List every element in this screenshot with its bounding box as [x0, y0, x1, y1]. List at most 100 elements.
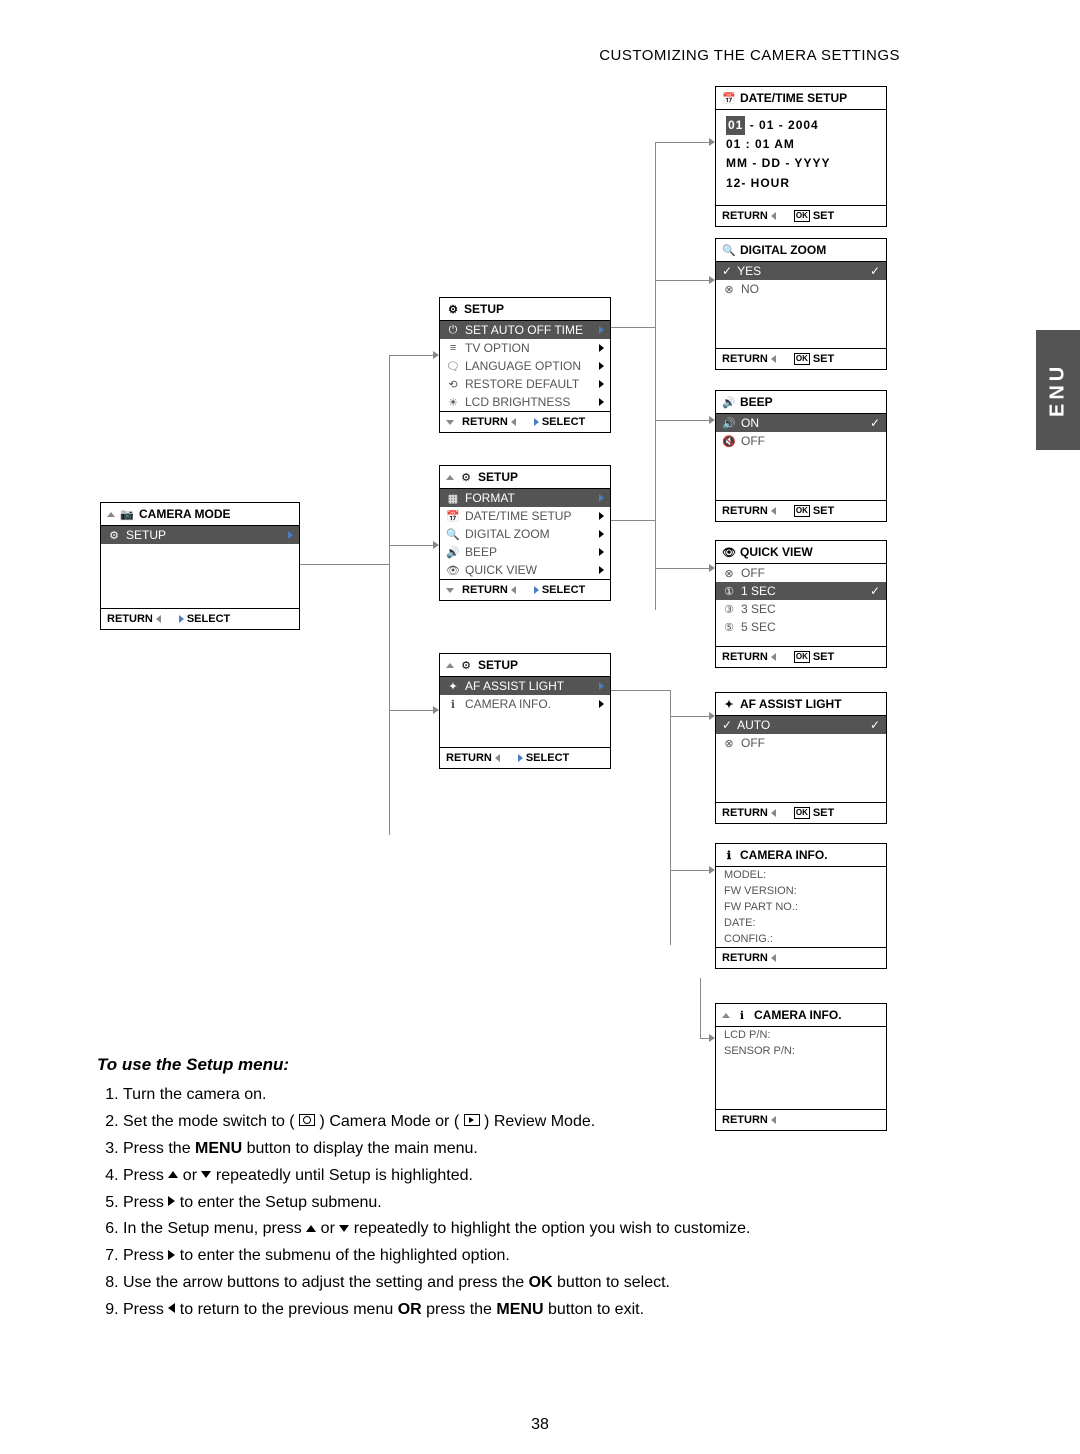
ok-icon: OK [794, 505, 810, 517]
menu-item-label: LCD BRIGHTNESS [465, 395, 570, 409]
left-arrow-icon [771, 355, 776, 363]
footer-set: SET [813, 651, 834, 663]
menu-item: 🗨 LANGUAGE OPTION [440, 357, 610, 375]
info-line: CONFIG.: [716, 931, 886, 947]
setup-icon: ⚙ [446, 303, 460, 316]
up-arrow-icon [306, 1225, 316, 1232]
menu-item-label: TV OPTION [465, 341, 530, 355]
info-line: FW PART NO.: [716, 899, 886, 915]
page-number: 38 [531, 1416, 549, 1434]
up-arrow-icon [446, 475, 454, 480]
up-arrow-icon [722, 1013, 730, 1018]
format-icon: ▦ [446, 492, 460, 505]
menu-item: ⊗OFF [716, 564, 886, 582]
menu-item: ⑤5 SEC [716, 618, 886, 636]
timer-icon: ⑤ [722, 621, 736, 634]
setup-menu-2: ⚙SETUP ▦FORMAT 📅DATE/TIME SETUP 🔍DIGITAL… [439, 465, 611, 601]
right-arrow-icon [534, 586, 539, 594]
arrow-right-icon [599, 326, 604, 334]
ok-icon: OK [794, 353, 810, 365]
menu-item-label: SET AUTO OFF TIME [465, 323, 583, 337]
menu-item: ✦AF ASSIST LIGHT [440, 677, 610, 695]
date-icon: 📅 [722, 92, 736, 105]
menu-title: CAMERA INFO. [740, 848, 828, 862]
info-icon: ℹ [446, 698, 460, 711]
menu-item: ①1 SEC✓ [716, 582, 886, 600]
left-arrow-icon [771, 212, 776, 220]
hour-format: 12- HOUR [726, 174, 876, 193]
menu-title: AF ASSIST LIGHT [740, 697, 842, 711]
beep-menu: 🔊BEEP 🔊ON✓ 🔇OFF RETURN OKSET [715, 390, 887, 522]
arrow-right-icon [599, 530, 604, 538]
arrow-right-icon [599, 700, 604, 708]
step-6: In the Setup menu, press or repeatedly t… [123, 1216, 897, 1243]
date-format: MM - DD - YYYY [726, 154, 876, 173]
menu-item-label: RESTORE DEFAULT [465, 377, 579, 391]
menu-item: 👁QUICK VIEW [440, 561, 610, 579]
menu-item: 🔇OFF [716, 432, 886, 450]
info-line: FW VERSION: [716, 883, 886, 899]
left-arrow-icon [156, 615, 161, 623]
date-highlight: 01 [726, 116, 745, 135]
ok-icon: OK [794, 807, 810, 819]
footer-select: SELECT [542, 584, 585, 596]
arrow-right-icon [599, 548, 604, 556]
menu-item-label: 1 SEC [741, 584, 776, 598]
menu-title: DATE/TIME SETUP [740, 91, 847, 105]
afassist-menu: ✦AF ASSIST LIGHT ✓AUTO✓ ⊗OFF RETURN OKSE… [715, 692, 887, 824]
quickview-menu: 👁QUICK VIEW ⊗OFF ①1 SEC✓ ③3 SEC ⑤5 SEC R… [715, 540, 887, 668]
down-arrow-icon [201, 1171, 211, 1178]
menu-item: ⟲ RESTORE DEFAULT [440, 375, 610, 393]
setup-icon: ⚙ [107, 529, 121, 542]
cancel-icon: ⊗ [722, 737, 736, 750]
check-icon: ✓ [722, 718, 732, 732]
menu-item: ③3 SEC [716, 600, 886, 618]
footer-return: RETURN [446, 752, 492, 764]
footer-return: RETURN [722, 651, 768, 663]
arrow-right-icon [599, 512, 604, 520]
arrow-right-icon [599, 380, 604, 388]
instructions-block: To use the Setup menu: Turn the camera o… [97, 1052, 897, 1324]
menu-item-label: DIGITAL ZOOM [465, 527, 550, 541]
info-line: LCD P/N: [716, 1027, 886, 1043]
beep-icon: 🔊 [722, 396, 736, 409]
step-1: Turn the camera on. [123, 1082, 897, 1109]
right-arrow-icon [168, 1196, 175, 1206]
check-icon: ✓ [870, 416, 880, 430]
footer-return: RETURN [722, 353, 768, 365]
menu-item-label: QUICK VIEW [465, 563, 537, 577]
arrow-right-icon [599, 682, 604, 690]
right-arrow-icon [179, 615, 184, 623]
check-icon: ✓ [870, 264, 880, 278]
menu-title: CAMERA MODE [139, 507, 231, 521]
zoom-icon: 🔍 [722, 244, 736, 257]
step-5: Press to enter the Setup submenu. [123, 1190, 897, 1217]
menu-item-label: 3 SEC [741, 602, 776, 616]
step-2: Set the mode switch to ( ) Camera Mode o… [123, 1109, 897, 1136]
menu-item: ≡TV OPTION [440, 339, 610, 357]
footer-return: RETURN [722, 210, 768, 222]
arrow-right-icon [599, 362, 604, 370]
left-arrow-icon [511, 586, 516, 594]
footer-return: RETURN [722, 505, 768, 517]
menu-item-label: SETUP [126, 528, 166, 542]
af-icon: ✦ [446, 680, 460, 693]
footer-return: RETURN [462, 416, 508, 428]
timer-icon: ① [722, 585, 736, 598]
menu-item: 📅DATE/TIME SETUP [440, 507, 610, 525]
menu-item-label: OFF [741, 736, 765, 750]
zoom-icon: 🔍 [446, 528, 460, 541]
setup-icon: ⚙ [459, 471, 473, 484]
arrow-right-icon [599, 566, 604, 574]
footer-return: RETURN [722, 952, 768, 964]
menu-item-label: LANGUAGE OPTION [465, 359, 581, 373]
footer-select: SELECT [542, 416, 585, 428]
language-icon: 🗨 [446, 360, 460, 373]
menu-item: ☀LCD BRIGHTNESS [440, 393, 610, 411]
restore-icon: ⟲ [446, 378, 460, 391]
left-arrow-icon [771, 653, 776, 661]
check-icon: ✓ [870, 718, 880, 732]
digital-zoom-menu: 🔍DIGITAL ZOOM ✓YES✓ ⊗NO RETURN OKSET [715, 238, 887, 370]
play-icon [464, 1114, 480, 1126]
datetime-setup-menu: 📅DATE/TIME SETUP 01 - 01 - 2004 01 : 01 … [715, 86, 887, 227]
